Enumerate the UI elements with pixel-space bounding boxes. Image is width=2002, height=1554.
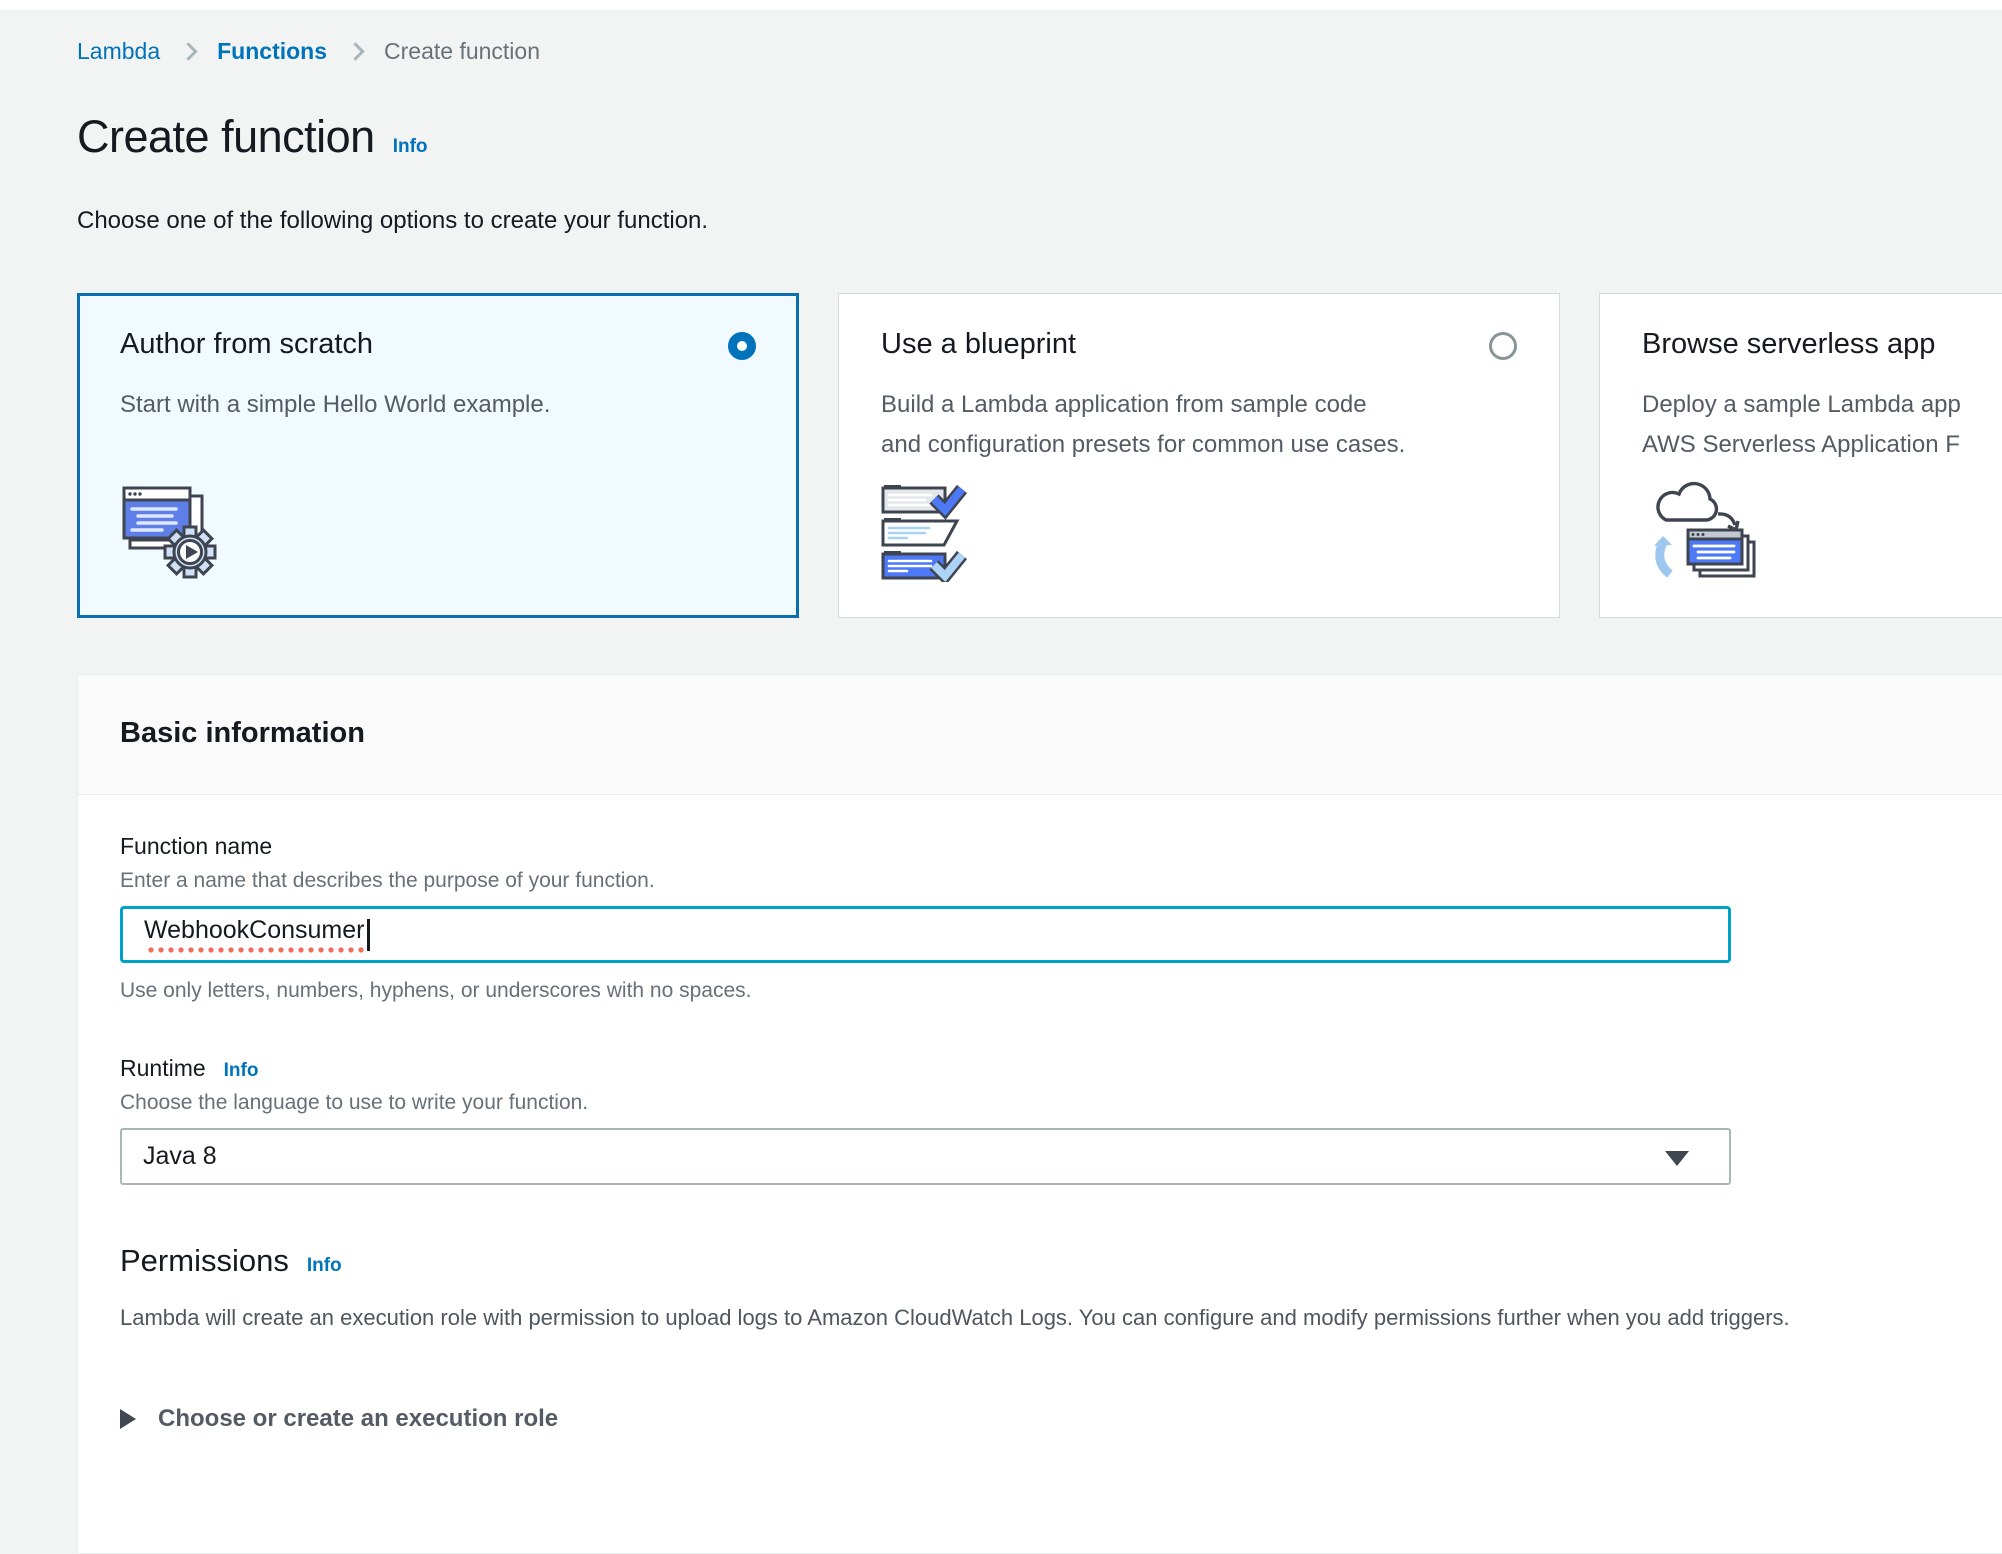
function-name-value: WebhookConsumer [144, 915, 364, 954]
card-description: Start with a simple Hello World example. [120, 385, 650, 425]
triangle-right-icon [120, 1409, 136, 1429]
page-subtitle: Choose one of the following options to c… [77, 207, 2002, 235]
function-name-input[interactable]: WebhookConsumer [120, 906, 1731, 963]
panel-title: Basic information [120, 717, 365, 749]
checklist-icon [881, 482, 981, 587]
runtime-help: Choose the language to use to write your… [120, 1091, 2002, 1115]
card-title: Author from scratch [120, 328, 373, 361]
breadcrumb-functions[interactable]: Functions [217, 38, 327, 65]
page-title: Create function [77, 111, 375, 163]
runtime-info-link[interactable]: Info [224, 1060, 259, 1082]
function-name-constraint: Use only letters, numbers, hyphens, or u… [120, 979, 2002, 1003]
text-cursor [367, 919, 370, 951]
runtime-selected-value: Java 8 [143, 1142, 217, 1171]
breadcrumb-lambda[interactable]: Lambda [77, 38, 160, 65]
runtime-label: Runtime [120, 1055, 206, 1082]
dropdown-caret-icon [1665, 1151, 1689, 1166]
card-use-a-blueprint[interactable]: Use a blueprint Build a Lambda applicati… [838, 293, 1560, 618]
card-title: Browse serverless app [1642, 328, 1935, 361]
card-description: Deploy a sample Lambda app AWS Serverles… [1642, 385, 2002, 465]
window-gear-play-icon [120, 484, 226, 587]
card-description: Build a Lambda application from sample c… [881, 385, 1411, 465]
cloud-deploy-icon [1642, 476, 1766, 587]
breadcrumb: Lambda Functions Create function [77, 38, 2002, 65]
card-title: Use a blueprint [881, 328, 1076, 361]
execution-role-expander-label: Choose or create an execution role [158, 1405, 558, 1433]
card-browse-serverless-app[interactable]: Browse serverless app Deploy a sample La… [1599, 293, 2002, 618]
runtime-select[interactable]: Java 8 [120, 1128, 1731, 1185]
breadcrumb-current: Create function [384, 38, 540, 65]
function-name-help: Enter a name that describes the purpose … [120, 869, 2002, 893]
panel-header: Basic information [78, 675, 2002, 795]
function-name-label: Function name [120, 833, 2002, 860]
permissions-description: Lambda will create an execution role wit… [120, 1305, 2002, 1331]
creation-option-cards: Author from scratch Start with a simple … [77, 293, 2002, 618]
permissions-title: Permissions [120, 1243, 289, 1279]
radio-author-from-scratch[interactable] [728, 332, 756, 360]
radio-use-a-blueprint[interactable] [1489, 332, 1517, 360]
card-author-from-scratch[interactable]: Author from scratch Start with a simple … [77, 293, 799, 618]
basic-information-panel: Basic information Function name Enter a … [77, 674, 2002, 1554]
permissions-info-link[interactable]: Info [307, 1255, 342, 1277]
chevron-right-icon [346, 42, 364, 60]
top-strip [0, 0, 2002, 10]
execution-role-expander[interactable]: Choose or create an execution role [120, 1405, 2002, 1433]
page-info-link[interactable]: Info [393, 136, 428, 158]
chevron-right-icon [179, 42, 197, 60]
